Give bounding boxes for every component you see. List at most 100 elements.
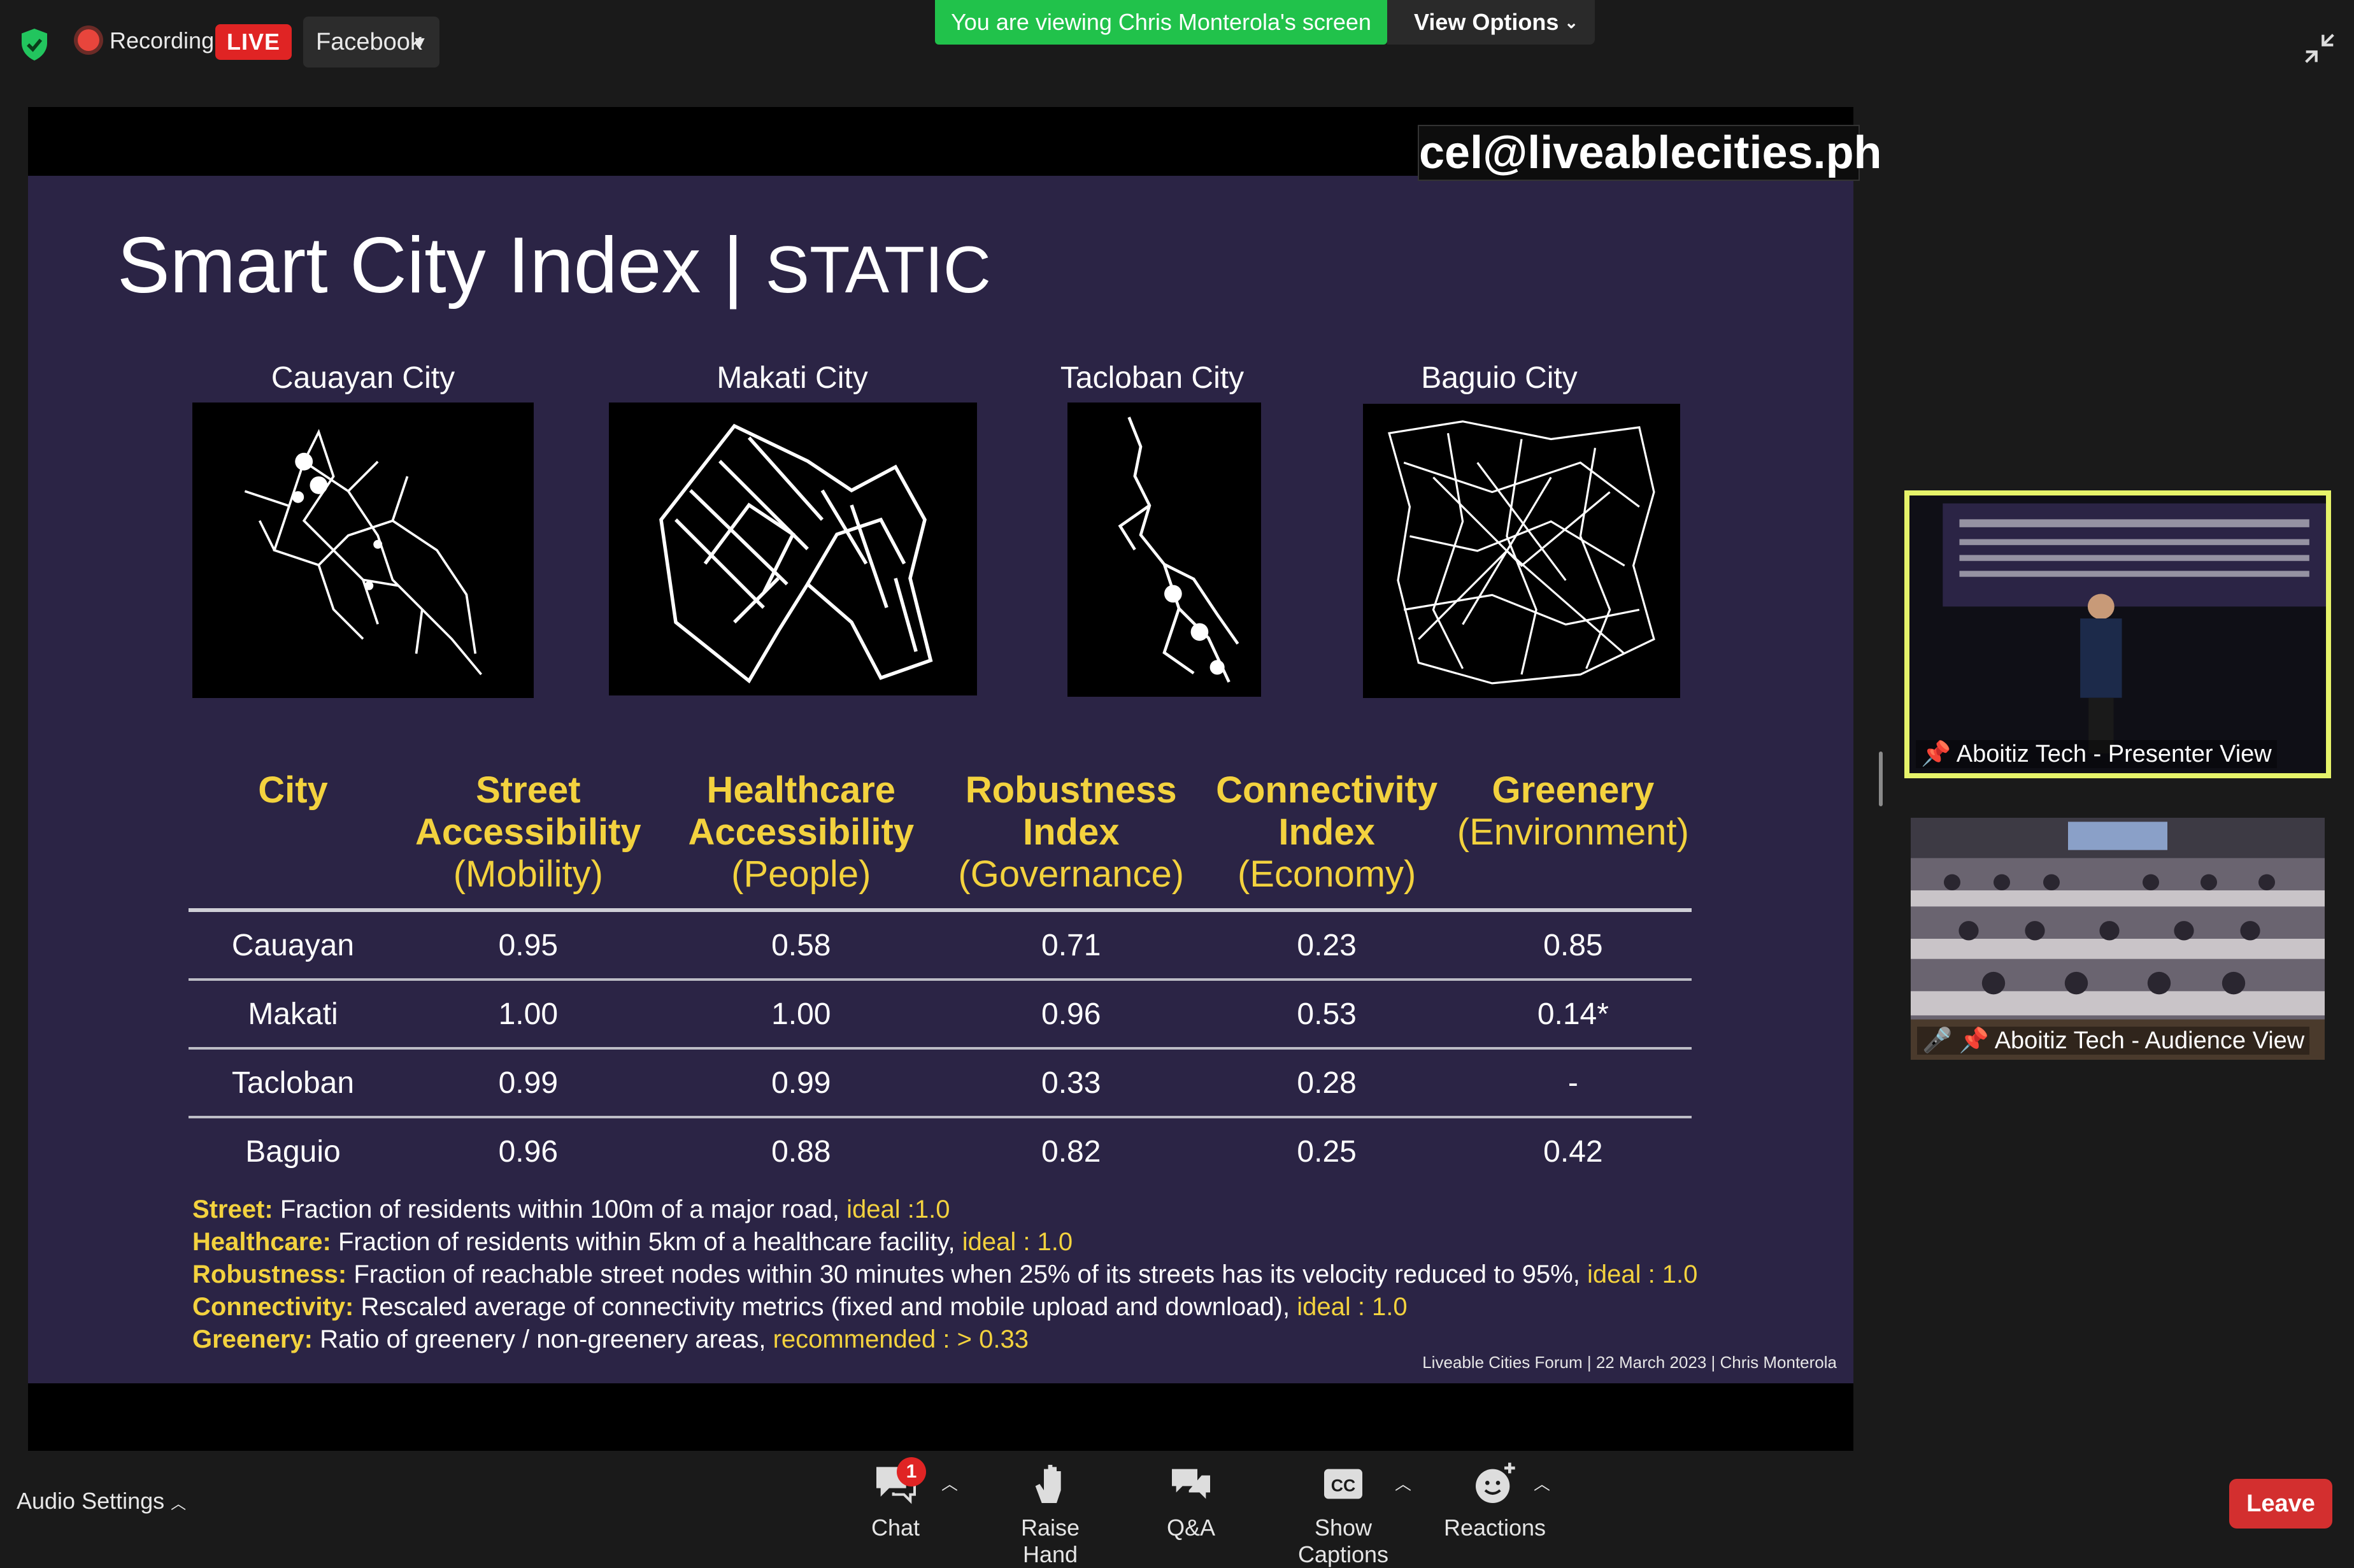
leave-button[interactable]: Leave [2229, 1479, 2332, 1529]
chat-unread-badge: 1 [897, 1457, 926, 1486]
map-tacloban [1067, 403, 1261, 697]
table-cell: Baguio [245, 1134, 341, 1169]
audio-settings-button[interactable]: Audio Settings ︿ [17, 1488, 186, 1515]
table-cell: - [1454, 1048, 1692, 1118]
audience-video [1911, 818, 2325, 1060]
view-options-button[interactable]: View Options ⌄ [1387, 0, 1595, 45]
raise-hand-label: Raise Hand [1020, 1515, 1080, 1567]
table-cell: 0.88 [771, 1134, 831, 1169]
audience-video-tile[interactable]: 🎤 📌 Aboitiz Tech - Audience View [1911, 818, 2325, 1060]
chat-options-chevron[interactable]: ︿ [941, 1471, 958, 1495]
presenter-label: 📌 Aboitiz Tech - Presenter View [1916, 740, 2277, 768]
map-label-makati: Makati City [717, 361, 868, 395]
table-cell: 1.00 [397, 980, 659, 1050]
chat-label: Chat [871, 1515, 920, 1541]
chevron-up-icon: ︿ [171, 1495, 187, 1513]
map-label-tacloban: Tacloban City [1060, 361, 1245, 395]
table-header-row: City Street Accessibility (Mobility) Heal… [189, 760, 1692, 912]
column-header: Greenery (Environment) [1454, 760, 1692, 912]
qa-icon [1172, 1469, 1210, 1499]
table-cell: 0.14* [1454, 980, 1692, 1050]
road-network-image [244, 429, 483, 676]
table-cell: 0.25 [1297, 1134, 1357, 1169]
column-header: Healthcare Accessibility (People) [659, 760, 943, 912]
definition-line: Greenery: Ratio of greenery / non-greene… [192, 1325, 1029, 1353]
presenter-video [1909, 495, 2326, 773]
show-captions-label: Show Captions [1297, 1515, 1389, 1567]
table-row: Makati 1.00 1.00 0.96 0.53 0.14* [189, 980, 1692, 1050]
caret-down-icon: ▼ [411, 32, 428, 52]
reactions-icon [1476, 1462, 1515, 1503]
map-makati [609, 403, 977, 695]
slide-title-main: Smart City Index | [117, 222, 766, 310]
definition-line: Street: Fraction of residents within 100… [192, 1195, 950, 1223]
exit-fullscreen-icon[interactable] [2299, 28, 2340, 69]
viewing-banner: You are viewing Chris Monterola's screen [935, 0, 1387, 45]
table-cell: 0.85 [1454, 910, 1692, 981]
slide-title-sub: STATIC [765, 233, 991, 307]
column-header: Connectivity Index (Economy) [1199, 760, 1455, 912]
table-cell: 0.82 [1041, 1134, 1101, 1169]
table-cell: 0.42 [1543, 1134, 1603, 1169]
audience-label: 🎤 📌 Aboitiz Tech - Audience View [1917, 1027, 2310, 1055]
column-header: Robustness Index (Governance) [943, 760, 1199, 912]
pin-icon: 📌 [1921, 741, 1951, 767]
raise-hand-icon [1035, 1465, 1061, 1503]
table-cell: 0.96 [498, 1134, 559, 1169]
road-network-image [1388, 420, 1655, 685]
table-row: Baguio 0.96 0.88 0.82 0.25 0.42 [189, 1117, 1692, 1185]
table-cell: Tacloban [189, 1048, 397, 1118]
table-cell: Makati [189, 980, 397, 1050]
qa-label: Q&A [1166, 1515, 1216, 1541]
live-badge: LIVE [215, 24, 292, 60]
qa-button[interactable]: Q&A [1159, 1458, 1223, 1541]
reactions-label: Reactions [1443, 1515, 1546, 1541]
table-cell: 0.99 [659, 1048, 943, 1118]
table-cell: 1.00 [659, 980, 943, 1050]
table-cell: 0.58 [659, 910, 943, 981]
table-cell: 0.95 [397, 910, 659, 981]
recording-dot-icon [78, 29, 99, 51]
column-header: Street Accessibility (Mobility) [397, 760, 659, 912]
map-label-cauayan: Cauayan City [271, 361, 455, 395]
definition-line: Healthcare: Fraction of residents within… [192, 1228, 1073, 1256]
panel-resize-handle[interactable] [1879, 752, 1883, 806]
table-cell: 0.96 [943, 980, 1199, 1050]
map-cauayan [192, 403, 534, 698]
road-network-image [1118, 417, 1239, 683]
table-cell: 0.99 [397, 1048, 659, 1118]
table-cell: 0.23 [1199, 910, 1455, 981]
raise-hand-button[interactable]: Raise Hand [991, 1458, 1109, 1568]
stream-target-label: Facebook [316, 29, 422, 55]
recording-label[interactable]: Recording [110, 24, 214, 57]
stream-target-dropdown[interactable]: Facebook ▼ [303, 17, 439, 68]
map-baguio [1363, 404, 1680, 698]
column-header: City [189, 760, 397, 912]
table-row: Tacloban 0.99 0.99 0.33 0.28 - [189, 1048, 1692, 1118]
table-cell: 0.28 [1199, 1048, 1455, 1118]
view-options-label: View Options [1414, 9, 1559, 35]
reactions-button[interactable]: Reactions [1443, 1458, 1546, 1541]
svg-text:CC: CC [1331, 1476, 1356, 1495]
table-cell: 0.71 [943, 910, 1199, 981]
smart-city-index-table: City Street Accessibility (Mobility) Heal… [189, 760, 1692, 1185]
table-cell: Cauayan [189, 910, 397, 981]
metric-definitions: Street: Fraction of residents within 100… [192, 1194, 1697, 1356]
mic-muted-icon: 🎤 [1922, 1027, 1953, 1054]
definition-line: Connectivity: Rescaled average of connec… [192, 1293, 1408, 1321]
road-network-image [659, 424, 933, 684]
cc-icon: CC [1324, 1469, 1362, 1499]
presenter-video-tile[interactable]: 📌 Aboitiz Tech - Presenter View [1904, 490, 2331, 778]
audio-settings-label: Audio Settings [17, 1488, 165, 1514]
email-banner: cel@liveablecities.ph [1418, 125, 1882, 181]
shield-icon[interactable] [15, 25, 54, 64]
table-cell: 0.53 [1199, 980, 1455, 1050]
captions-options-chevron[interactable]: ︿ [1395, 1471, 1411, 1495]
slide: Smart City Index | STATIC Cauayan City M… [28, 176, 1853, 1383]
table-row: Cauayan 0.95 0.58 0.71 0.23 0.85 [189, 910, 1692, 981]
reactions-options-chevron[interactable]: ︿ [1534, 1471, 1550, 1495]
slide-credit: Liveable Cities Forum | 22 March 2023 | … [1422, 1353, 1837, 1372]
table-cell: 0.33 [943, 1048, 1199, 1118]
chevron-down-icon: ⌄ [1564, 13, 1578, 32]
definition-line: Robustness: Fraction of reachable street… [192, 1260, 1698, 1288]
